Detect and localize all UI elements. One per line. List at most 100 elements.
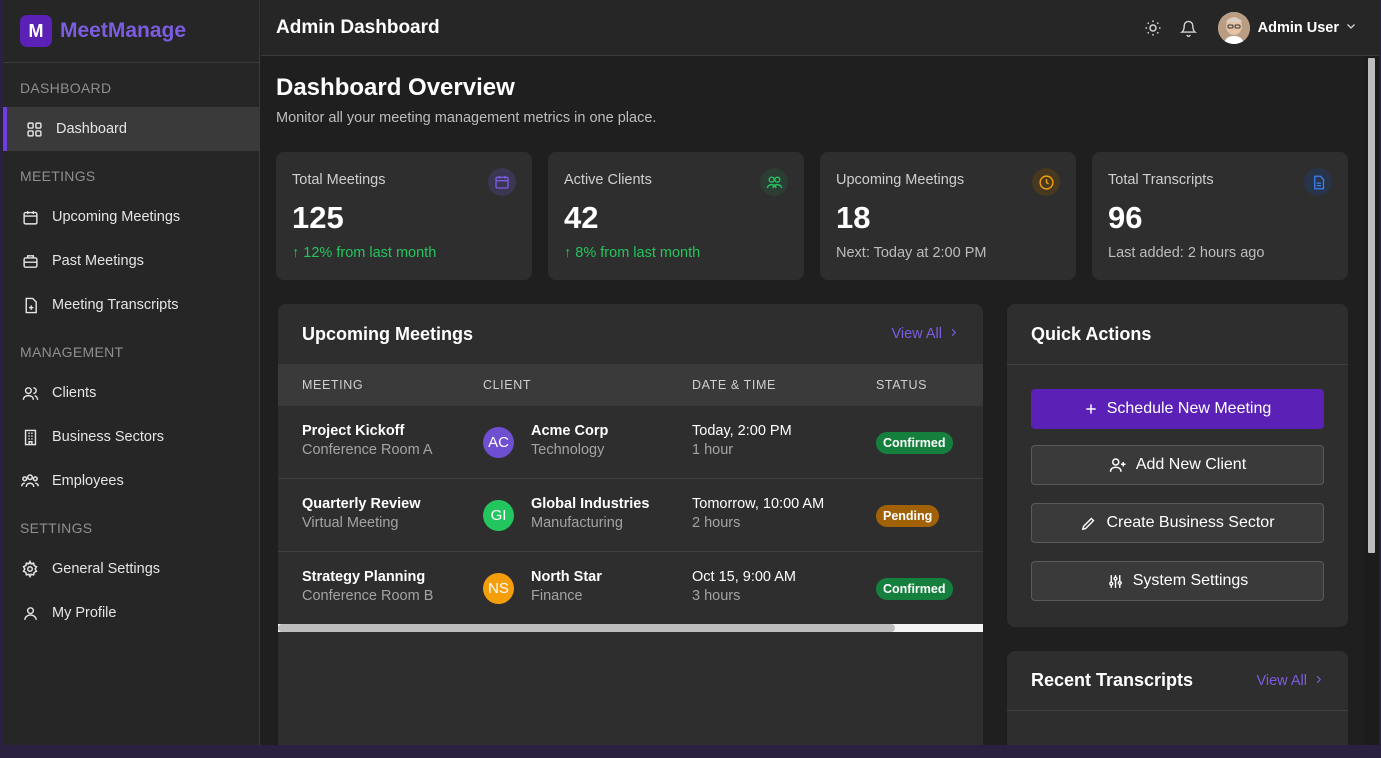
chevron-down-icon[interactable] <box>1345 19 1357 37</box>
scrollbar-thumb[interactable] <box>278 624 895 632</box>
stat-trend: ↑ 8% from last month <box>564 245 788 261</box>
stat-value: 18 <box>836 200 871 235</box>
panel-header: Recent Transcripts View All <box>1007 651 1348 711</box>
panel-title: Upcoming Meetings <box>302 323 474 344</box>
add-new-client-button[interactable]: Add New Client <box>1031 445 1324 485</box>
sidebar-item-general-settings[interactable]: General Settings <box>3 547 259 591</box>
main-content: Dashboard Overview Monitor all your meet… <box>261 56 1364 745</box>
table-row[interactable]: Strategy Planning Conference Room B NS N… <box>278 552 983 625</box>
brand-name: MeetManage <box>60 19 187 42</box>
meeting-name: Quarterly Review <box>302 496 421 512</box>
datetime-cell: Oct 15, 9:00 AM 3 hours <box>692 569 796 604</box>
create-business-sector-button[interactable]: Create Business Sector <box>1031 503 1324 543</box>
stat-label: Total Transcripts <box>1108 172 1214 188</box>
table-row[interactable]: Project Kickoff Conference Room A AC Acm… <box>278 406 983 479</box>
stat-trend: ↑ 12% from last month <box>292 245 516 261</box>
view-all-link[interactable]: View All <box>891 326 959 342</box>
meeting-cell: Quarterly Review Virtual Meeting <box>302 496 420 531</box>
panel-title: Quick Actions <box>1031 323 1152 344</box>
avatar[interactable] <box>1217 12 1250 44</box>
arrow-up-icon: ↑ <box>292 245 300 261</box>
topbar: Admin Dashboard Admin User <box>261 0 1379 56</box>
sidebar-item-label: General Settings <box>52 561 161 577</box>
sliders-icon <box>1107 573 1124 590</box>
column-header[interactable]: DATE & TIME <box>692 378 776 392</box>
sidebar-section-management: MANAGEMENT Clients Business Sectors Empl… <box>3 344 259 503</box>
client-cell: Global Industries Manufacturing <box>531 496 649 531</box>
sidebar-item-label: Dashboard <box>56 121 127 137</box>
stat-foot: Last added: 2 hours ago <box>1108 245 1265 261</box>
grid-icon <box>24 119 44 139</box>
meeting-duration: 2 hours <box>692 515 741 531</box>
sidebar-item-business-sectors[interactable]: Business Sectors <box>3 415 259 459</box>
column-header[interactable]: CLIENT <box>483 378 531 392</box>
meeting-name: Project Kickoff <box>302 423 405 439</box>
sidebar-section-settings: SETTINGS General Settings My Profile <box>3 520 259 635</box>
meeting-duration: 1 hour <box>692 442 734 458</box>
sidebar-item-past-meetings[interactable]: Past Meetings <box>3 239 259 283</box>
client-cell: North Star Finance <box>531 569 602 604</box>
sidebar-section-meetings: MEETINGS Upcoming Meetings Past Meetings… <box>3 168 259 327</box>
client-sector: Technology <box>531 442 605 458</box>
stat-value: 96 <box>1108 200 1143 235</box>
sidebar-item-label: Upcoming Meetings <box>52 209 181 225</box>
view-all-link[interactable]: View All <box>1256 673 1324 689</box>
sidebar-item-my-profile[interactable]: My Profile <box>3 591 259 635</box>
table-header: MEETING CLIENT DATE & TIME STATUS <box>278 364 983 406</box>
meeting-name: Strategy Planning <box>302 569 426 585</box>
sun-icon[interactable] <box>1142 17 1164 39</box>
client-cell: Acme Corp Technology <box>531 423 608 458</box>
horizontal-scrollbar[interactable] <box>278 624 983 632</box>
panel-header: Upcoming Meetings View All <box>278 304 983 364</box>
topbar-actions: Admin User <box>1142 0 1357 56</box>
panel-title: Recent Transcripts <box>1031 670 1194 690</box>
sidebar: M MeetManage DASHBOARD Dashboard MEETING… <box>3 0 260 745</box>
panel-header: Quick Actions <box>1007 304 1348 365</box>
client-name: Acme Corp <box>531 423 609 439</box>
user-name[interactable]: Admin User <box>1258 20 1339 36</box>
sidebar-item-label: Employees <box>52 473 124 489</box>
meeting-cell: Project Kickoff Conference Room A <box>302 423 433 458</box>
brand[interactable]: M MeetManage <box>3 0 259 63</box>
scrollbar-thumb[interactable] <box>1368 58 1375 553</box>
section-title: DASHBOARD <box>20 80 112 96</box>
sidebar-item-label: Meeting Transcripts <box>52 297 179 313</box>
view-all-label: View All <box>1256 672 1307 689</box>
button-label: Add New Client <box>1135 456 1247 473</box>
sidebar-item-label: Business Sectors <box>52 429 165 445</box>
users-icon <box>760 168 788 196</box>
panel-body-filler <box>278 632 983 745</box>
section-title: MEETINGS <box>20 168 96 184</box>
brand-logo: M <box>20 15 52 47</box>
schedule-new-meeting-button[interactable]: Schedule New Meeting <box>1031 389 1324 429</box>
button-label: Create Business Sector <box>1106 514 1275 531</box>
stat-card-active-clients: Active Clients 42 ↑ 8% from last month <box>548 152 804 280</box>
status-badge: Confirmed <box>876 578 953 600</box>
user-icon <box>20 603 40 623</box>
meeting-location: Conference Room B <box>302 588 434 604</box>
system-settings-button[interactable]: System Settings <box>1031 561 1324 601</box>
meeting-date: Oct 15, 9:00 AM <box>692 569 796 585</box>
client-name: North Star <box>531 569 602 585</box>
meeting-location: Virtual Meeting <box>302 515 399 531</box>
column-header[interactable]: MEETING <box>302 378 363 392</box>
sidebar-item-dashboard[interactable]: Dashboard <box>3 107 259 151</box>
column-header[interactable]: STATUS <box>876 378 927 392</box>
meeting-duration: 3 hours <box>692 588 741 604</box>
stat-value: 42 <box>564 200 599 235</box>
meeting-date: Today, 2:00 PM <box>692 423 792 439</box>
table-row[interactable]: Quarterly Review Virtual Meeting GI Glob… <box>278 479 983 552</box>
sidebar-item-clients[interactable]: Clients <box>3 371 259 415</box>
vertical-scrollbar[interactable] <box>1364 56 1379 745</box>
page-title: Dashboard Overview <box>276 74 515 101</box>
page-subtitle: Monitor all your meeting management metr… <box>276 110 657 126</box>
section-title: SETTINGS <box>20 520 93 536</box>
sidebar-item-meeting-transcripts[interactable]: Meeting Transcripts <box>3 283 259 327</box>
sidebar-item-upcoming-meetings[interactable]: Upcoming Meetings <box>3 195 259 239</box>
client-avatar: NS <box>483 573 514 604</box>
bell-icon[interactable] <box>1178 17 1200 39</box>
stat-label: Total Meetings <box>292 172 386 188</box>
stat-card-upcoming-meetings: Upcoming Meetings 18 Next: Today at 2:00… <box>820 152 1076 280</box>
datetime-cell: Tomorrow, 10:00 AM 2 hours <box>692 496 824 531</box>
sidebar-item-employees[interactable]: Employees <box>3 459 259 503</box>
